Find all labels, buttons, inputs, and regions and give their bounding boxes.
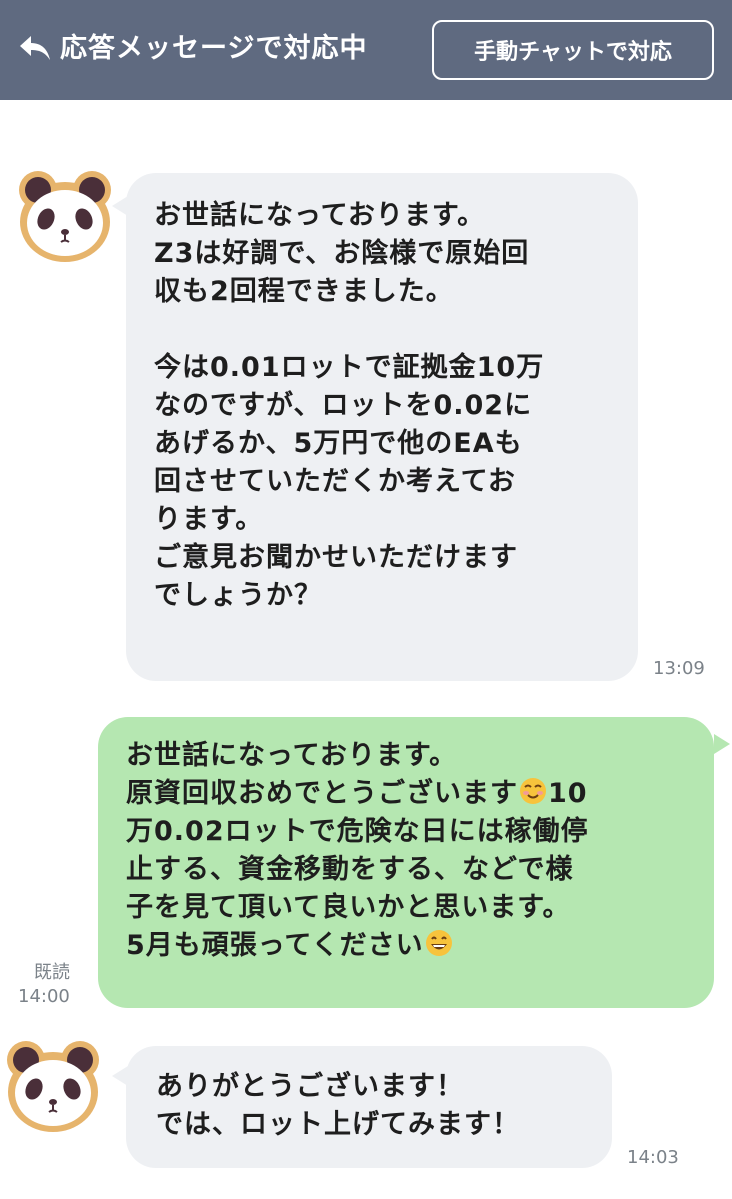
message-timestamp: 13:09 (653, 658, 705, 679)
message-line: ありがとうございます！ (156, 1071, 464, 1102)
message-line: ご意見お聞かせいただけます (154, 542, 518, 573)
received-message-bubble[interactable]: ありがとうございます！ では、ロット上げてみます！ (126, 1046, 612, 1168)
reply-arrow-icon[interactable] (18, 33, 52, 63)
message-text: 10 (548, 778, 588, 809)
chat-header: 応答メッセージで対応中 手動チャットで対応 (0, 0, 732, 100)
header-title: 応答メッセージで対応中 (60, 33, 368, 64)
message-line: 原資回収おめでとうございます 10 (126, 775, 694, 813)
message-line: Z3は好調で、お陰様で原始回 (154, 238, 530, 269)
message-line: なのですが、ロットを0.02に (154, 390, 533, 421)
message-line: 万0.02ロットで危険な日には稼働停 (126, 816, 589, 847)
message-line: お世話になっております。 (126, 740, 458, 771)
manual-chat-button[interactable]: 手動チャットで対応 (432, 20, 714, 80)
message-line: でしょうか？ (154, 580, 322, 611)
smiling-face-emoji (520, 778, 546, 804)
message-line: 今は0.01ロットで証拠金10万 (154, 352, 545, 383)
sent-message-bubble[interactable]: お世話になっております。 原資回収おめでとうございます 10 万0.02ロットで危… (98, 717, 714, 1008)
message-line: ります。 (154, 504, 264, 535)
message-timestamp: 14:03 (627, 1147, 679, 1168)
message-line: 止する、資金移動をする、などで様 (126, 854, 574, 885)
message-line: 子を見て頂いて良いかと思います。 (126, 892, 571, 923)
message-line (154, 311, 612, 349)
message-line: 回させていただくか考えてお (154, 466, 516, 497)
message-line: では、ロット上げてみます！ (156, 1109, 520, 1140)
message-text: 原資回収おめでとうございます (126, 778, 518, 809)
message-line: 5月も頑張ってください (126, 927, 694, 965)
panda-avatar-icon[interactable] (2, 1036, 104, 1138)
panda-avatar-icon[interactable] (14, 166, 116, 268)
message-line: あげるか、5万円で他のEAも (154, 428, 523, 459)
read-receipt: 既読 (34, 962, 70, 983)
message-timestamp: 14:00 (18, 986, 70, 1007)
message-text: 5月も頑張ってください (126, 930, 424, 961)
grinning-face-emoji (425, 930, 452, 956)
message-line: お世話になっております。 (154, 200, 486, 231)
message-line: 収も2回程できました。 (154, 276, 454, 307)
received-message-bubble[interactable]: お世話になっております。 Z3は好調で、お陰様で原始回 収も2回程できました。 … (126, 173, 638, 681)
